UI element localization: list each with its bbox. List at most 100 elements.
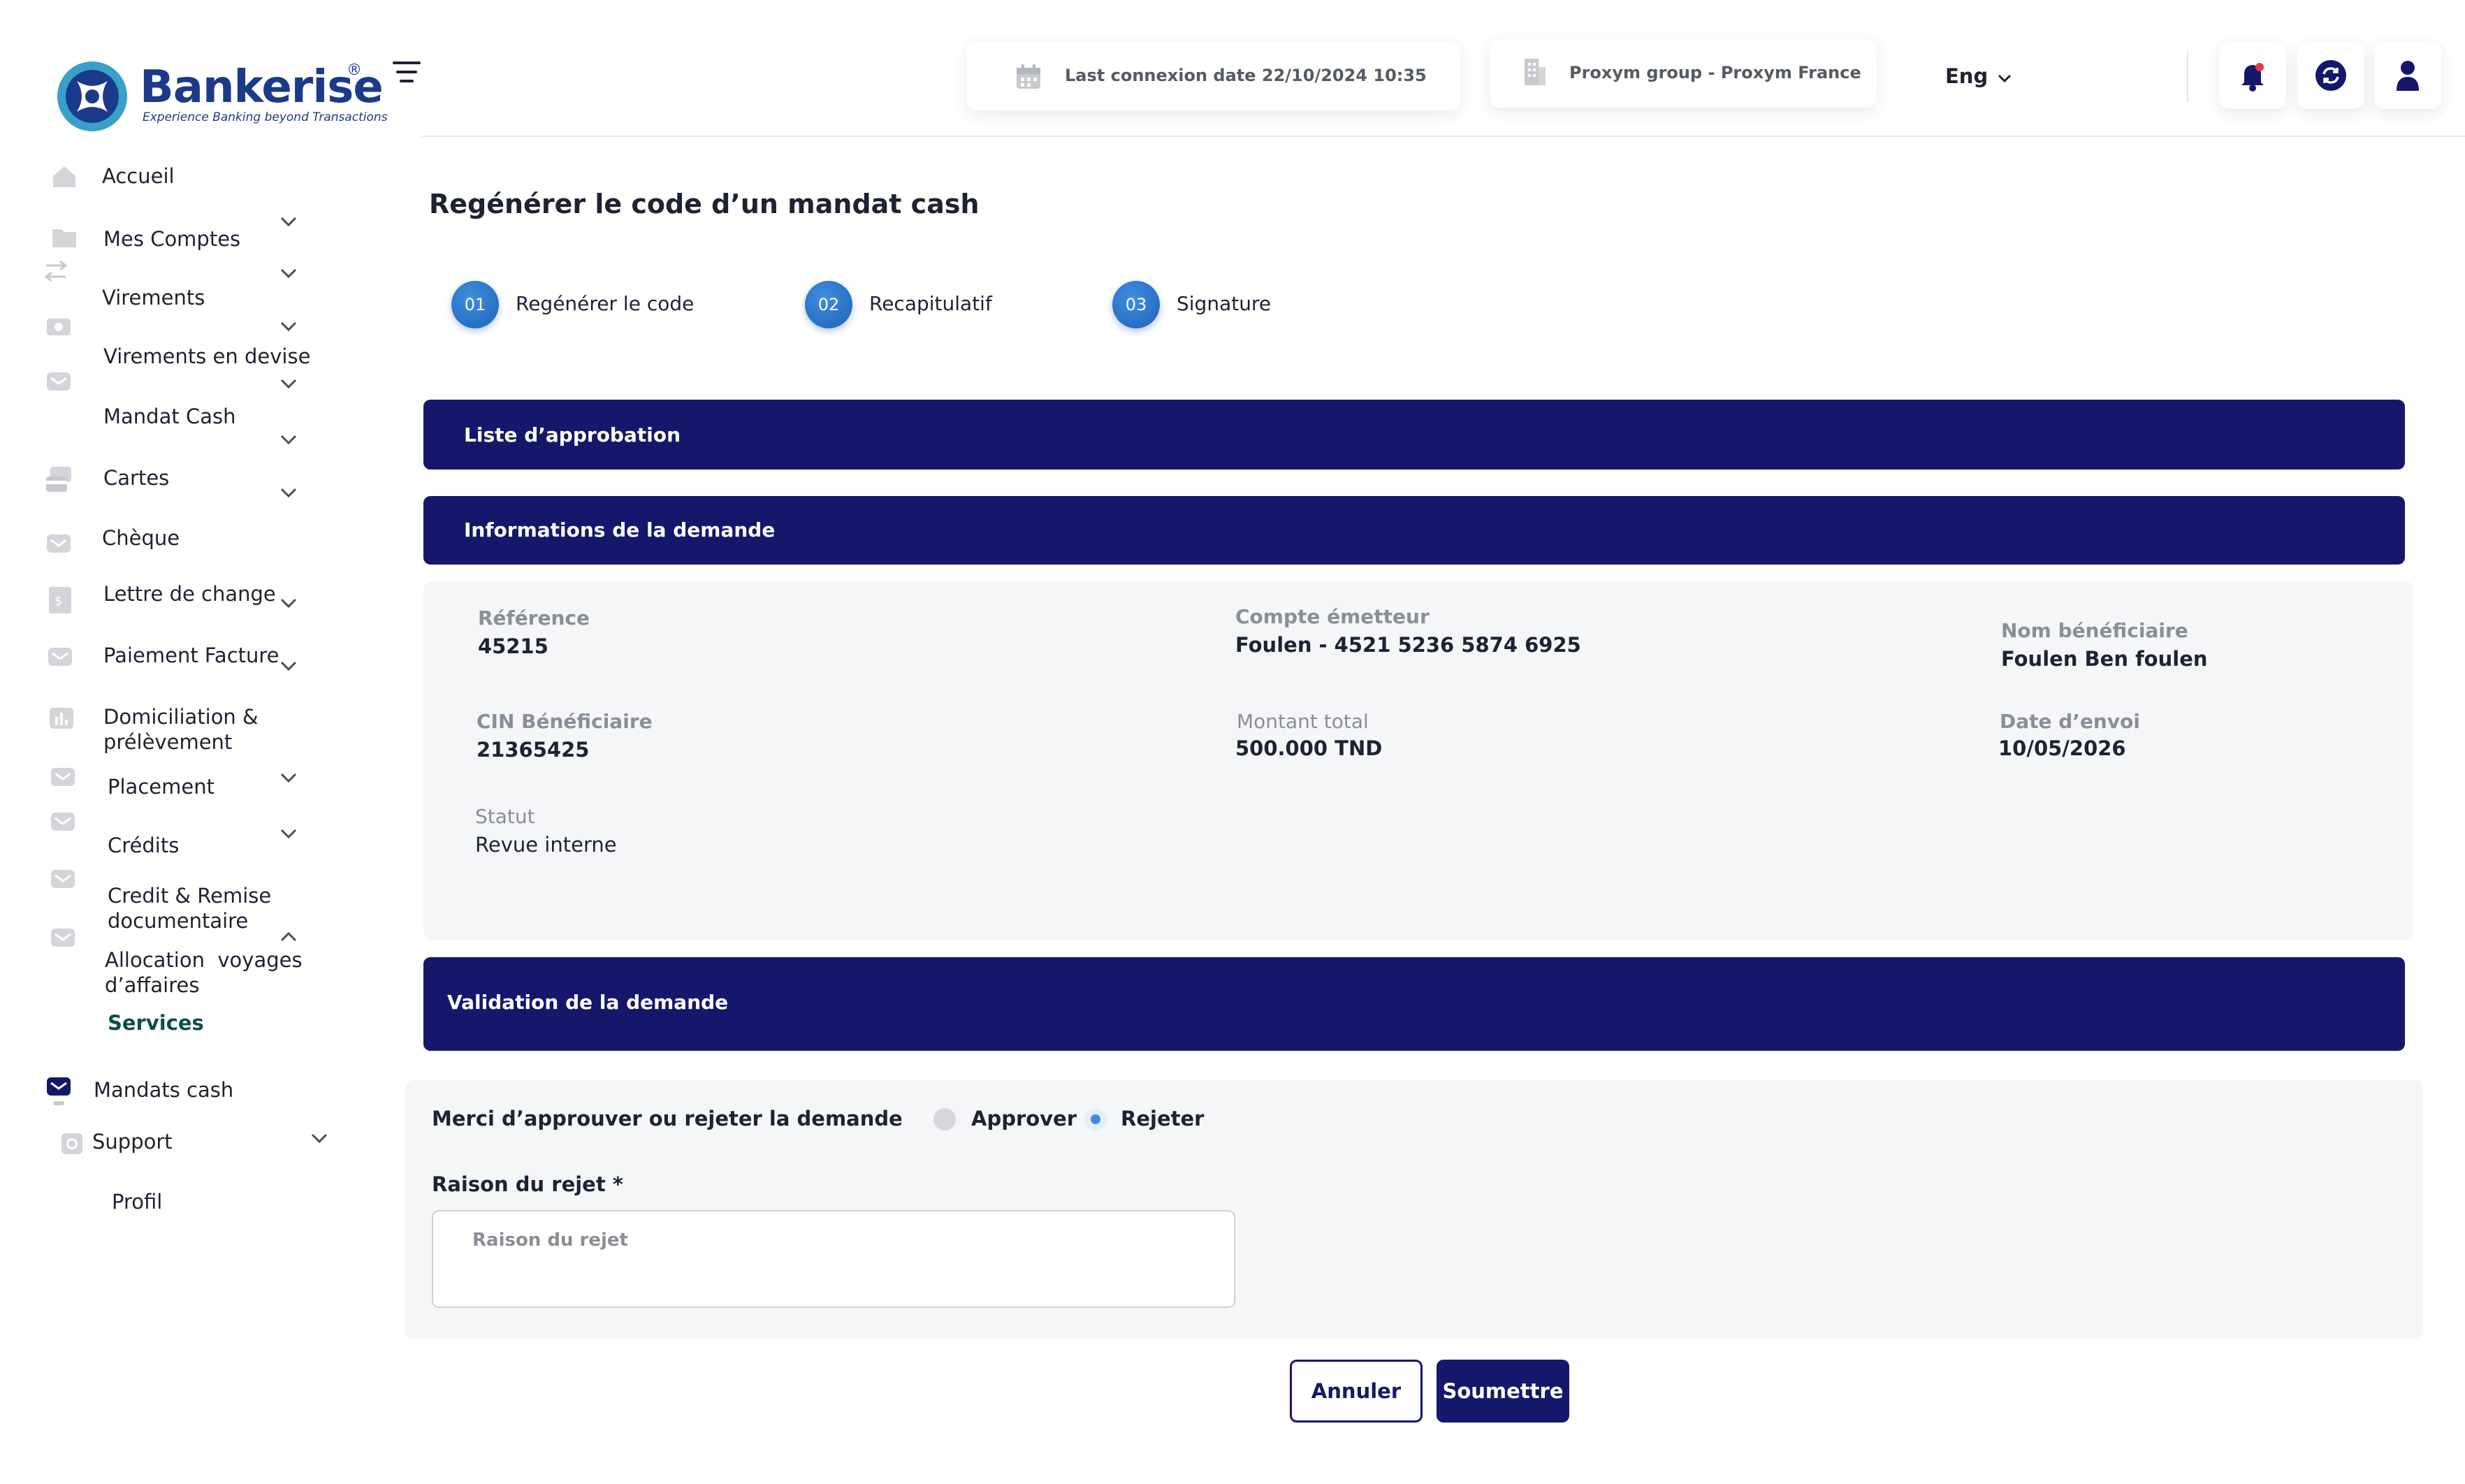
statut-label: Statut (475, 805, 535, 828)
page-title: Regénérer le code d’un mandat cash (429, 189, 980, 219)
montant-total-label: Montant total (1237, 710, 1369, 733)
cancel-button[interactable]: Annuler (1290, 1360, 1423, 1423)
sidebar-item-lettre-de-change[interactable]: Lettre de change (103, 581, 276, 606)
home-icon (53, 166, 75, 187)
sidebar-item-credit-remise[interactable]: Credit & Remise documentaire (108, 883, 289, 933)
compte-emetteur-label: Compte émetteur (1235, 605, 1430, 628)
cards-icon (46, 467, 71, 492)
calendar-icon (1017, 64, 1040, 89)
mail-icon (51, 768, 75, 786)
validation-question: Merci d’approuver ou rejeter la demande (432, 1107, 903, 1130)
bell-icon (2241, 63, 2264, 92)
sidebar-item-cartes[interactable]: Cartes (103, 465, 169, 490)
cin-beneficiaire-label: CIN Bénéficiaire (477, 710, 653, 733)
last-connexion-text: Last connexion date 22/10/2024 10:35 (1065, 66, 1427, 85)
request-info-section[interactable]: Informations de la demande (423, 496, 2405, 565)
sidebar-item-allocation-voyages[interactable]: Allocation voyages d’affaires (105, 947, 314, 998)
currency-icon (47, 319, 71, 335)
mail-icon (51, 813, 75, 831)
sidebar-item-profil[interactable]: Profil (112, 1189, 162, 1214)
sidebar-item-support[interactable]: Support (92, 1129, 173, 1154)
step-3-number[interactable]: 03 (1112, 281, 1160, 328)
approval-list-title: Liste d’approbation (464, 423, 681, 446)
sidebar-item-virements-devise[interactable]: Virements en devise (103, 344, 310, 369)
compte-emetteur-value: Foulen - 4521 5236 5874 6925 (1235, 633, 1581, 657)
montant-total-value: 500.000 TND (1235, 736, 1383, 760)
sidebar-item-cheque[interactable]: Chèque (102, 525, 180, 551)
language-selector[interactable]: Eng (1945, 64, 1988, 88)
header-separator (2187, 52, 2188, 102)
chevron-down-icon[interactable] (279, 433, 298, 446)
brand-tagline: Experience Banking beyond Transactions (143, 110, 388, 124)
approve-label[interactable]: Approver (971, 1107, 1077, 1130)
building-icon (1525, 59, 1546, 85)
chevron-down-icon[interactable] (279, 320, 298, 333)
submit-button[interactable]: Soumettre (1437, 1360, 1569, 1423)
chevron-down-icon[interactable] (279, 660, 298, 672)
sidebar-item-credits[interactable]: Crédits (108, 833, 179, 858)
mail-icon (51, 870, 75, 888)
sidebar-item-accueil[interactable]: Accueil (102, 163, 175, 189)
registered-mark: ® (347, 61, 362, 79)
reason-textarea[interactable] (432, 1210, 1235, 1308)
sidebar-item-paiement-facture[interactable]: Paiement Facture (103, 643, 279, 668)
chevron-down-icon[interactable] (279, 486, 298, 499)
chevron-up-icon[interactable] (279, 931, 298, 943)
mail-icon (48, 648, 72, 666)
chevron-down-icon[interactable] (279, 267, 298, 279)
reference-label: Référence (478, 606, 590, 630)
transfer-icon (44, 260, 68, 282)
sidebar-item-mandat-cash[interactable]: Mandat Cash (103, 404, 235, 429)
validation-section[interactable]: Validation de la demande (423, 957, 2405, 1051)
sidebar-item-virements[interactable]: Virements (102, 285, 205, 310)
last-connexion-card: Last connexion date 22/10/2024 10:35 (967, 42, 1460, 110)
validation-title: Validation de la demande (447, 991, 729, 1014)
sidebar-subitem-services[interactable]: Services (108, 1010, 204, 1035)
menu-toggle-icon[interactable] (391, 59, 422, 87)
chevron-down-icon[interactable] (1997, 73, 2012, 84)
sync-button[interactable] (2297, 42, 2364, 109)
step-2-label[interactable]: Recapitulatif (869, 292, 992, 315)
notifications-button[interactable] (2219, 42, 2286, 109)
receipt-icon: $ (49, 587, 71, 613)
sidebar-item-domiciliation[interactable]: Domiciliation & prélèvement (103, 704, 285, 755)
header-divider (422, 136, 2465, 137)
chevron-down-icon[interactable] (279, 597, 298, 609)
user-icon (2397, 61, 2419, 91)
nom-beneficiaire-label: Nom bénéficiaire (2001, 619, 2188, 642)
approval-list-section[interactable]: Liste d’approbation (423, 400, 2405, 470)
sidebar-item-placement[interactable]: Placement (108, 774, 214, 799)
chevron-down-icon[interactable] (279, 827, 298, 840)
sidebar-item-mandats-cash[interactable]: Mandats cash (94, 1077, 233, 1103)
step-2-number[interactable]: 02 (805, 281, 852, 328)
reason-label: Raison du rejet * (432, 1172, 623, 1196)
reject-radio[interactable] (1084, 1108, 1107, 1130)
step-1-number[interactable]: 01 (451, 281, 499, 328)
chevron-down-icon[interactable] (279, 771, 298, 784)
mail-icon (47, 372, 71, 391)
nom-beneficiaire-value: Foulen Ben foulen (2001, 647, 2208, 671)
step-1-label[interactable]: Regénérer le code (516, 292, 694, 315)
reject-label[interactable]: Rejeter (1121, 1107, 1204, 1130)
approve-radio[interactable] (933, 1108, 956, 1130)
sidebar-item-mes-comptes[interactable]: Mes Comptes (103, 226, 240, 252)
step-3-label[interactable]: Signature (1177, 292, 1271, 315)
profile-button[interactable] (2374, 42, 2441, 109)
request-info-title: Informations de la demande (464, 518, 776, 541)
date-envoi-label: Date d’envoi (2000, 710, 2140, 733)
group-name: Proxym group - Proxym France (1569, 63, 1861, 82)
chevron-down-icon[interactable] (279, 377, 298, 390)
folder-icon (52, 229, 76, 247)
reference-value: 45215 (478, 634, 548, 658)
group-selector[interactable]: Proxym group - Proxym France (1490, 39, 1877, 108)
date-envoi-value: 10/05/2026 (1998, 736, 2126, 760)
chevron-down-icon[interactable] (279, 215, 298, 228)
statut-value: Revue interne (475, 833, 617, 857)
mail-icon (47, 534, 71, 553)
mail-icon (47, 1077, 71, 1105)
chart-icon (50, 708, 73, 729)
chevron-down-icon[interactable] (310, 1132, 328, 1144)
bankerise-logo-icon (57, 61, 127, 131)
refresh-icon (2315, 60, 2346, 91)
support-icon (61, 1133, 82, 1154)
